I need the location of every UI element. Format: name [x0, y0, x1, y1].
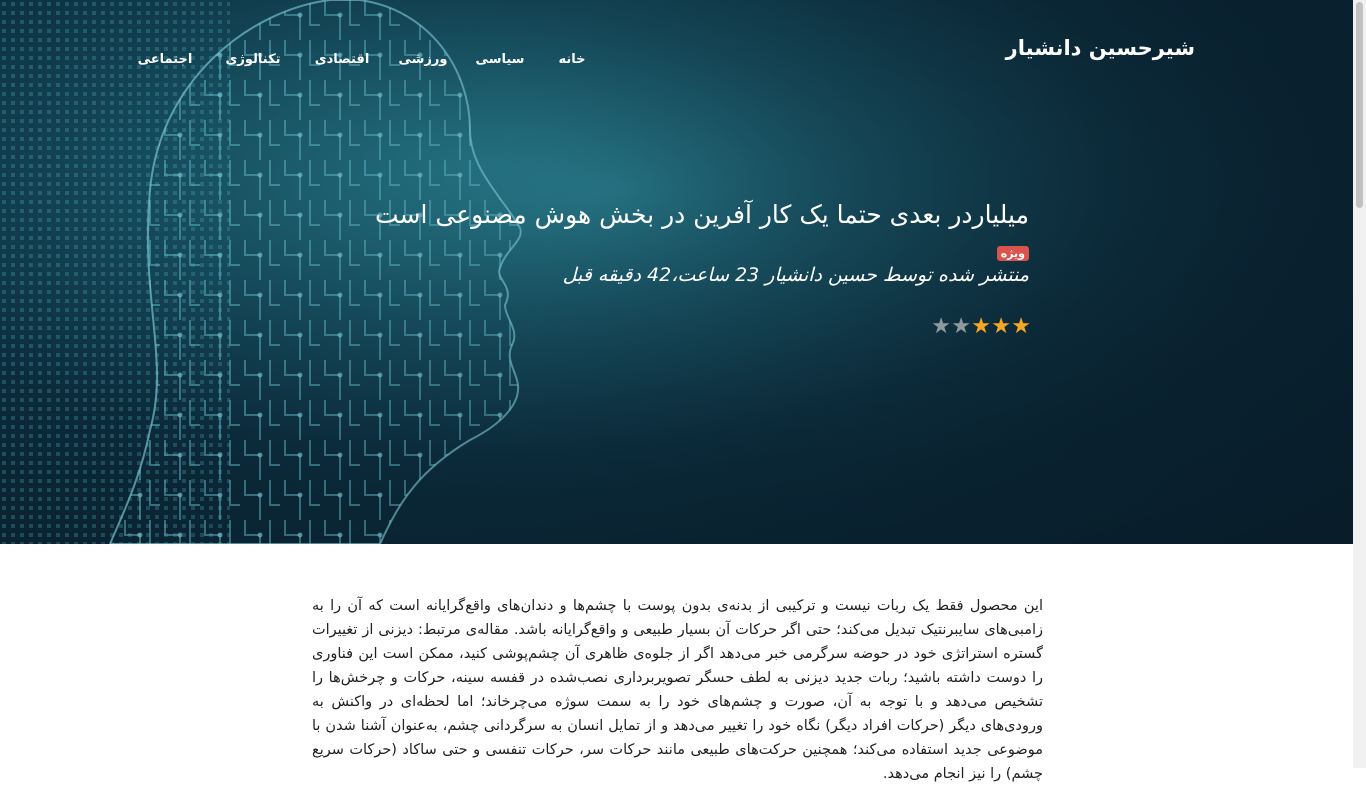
main-nav: خانه سیاسی ورزشی اقتصادی تکنالوژی اجتماع…: [120, 52, 620, 74]
star-icon[interactable]: ★: [971, 315, 991, 339]
nav-item-politics[interactable]: سیاسی: [476, 52, 525, 67]
featured-badge: ویژه: [996, 246, 1029, 261]
nav-item-economy[interactable]: اقتصادی: [315, 52, 370, 67]
star-icon[interactable]: ★: [951, 315, 971, 339]
scrollbar-thumb[interactable]: [1356, 2, 1363, 208]
article-title: میلیاردر بعدی حتما یک کار آفرین در بخش ه…: [374, 200, 1029, 229]
nav-item-sports[interactable]: ورزشی: [399, 52, 448, 67]
article-body: این محصول فقط یک ربات نیست و ترکیبی از ب…: [312, 598, 1043, 782]
nav-item-social[interactable]: اجتماعی: [138, 52, 193, 67]
nav-item-home[interactable]: خانه: [558, 52, 585, 67]
star-rating[interactable]: ★ ★ ★ ★ ★: [929, 315, 1031, 339]
hero-banner: شیرحسین دانشیار خانه سیاسی ورزشی اقتصادی…: [0, 0, 1353, 544]
star-icon[interactable]: ★: [991, 315, 1011, 339]
article-meta: منتشر شده توسط حسین دانشیار 23 ساعت،42 د…: [562, 264, 1029, 286]
star-icon[interactable]: ★: [931, 315, 951, 339]
nav-item-technology[interactable]: تکنالوژی: [225, 52, 280, 67]
site-brand[interactable]: شیرحسین دانشیار: [1006, 36, 1195, 60]
page-scrollbar[interactable]: [1353, 0, 1366, 768]
star-icon[interactable]: ★: [1011, 315, 1031, 339]
